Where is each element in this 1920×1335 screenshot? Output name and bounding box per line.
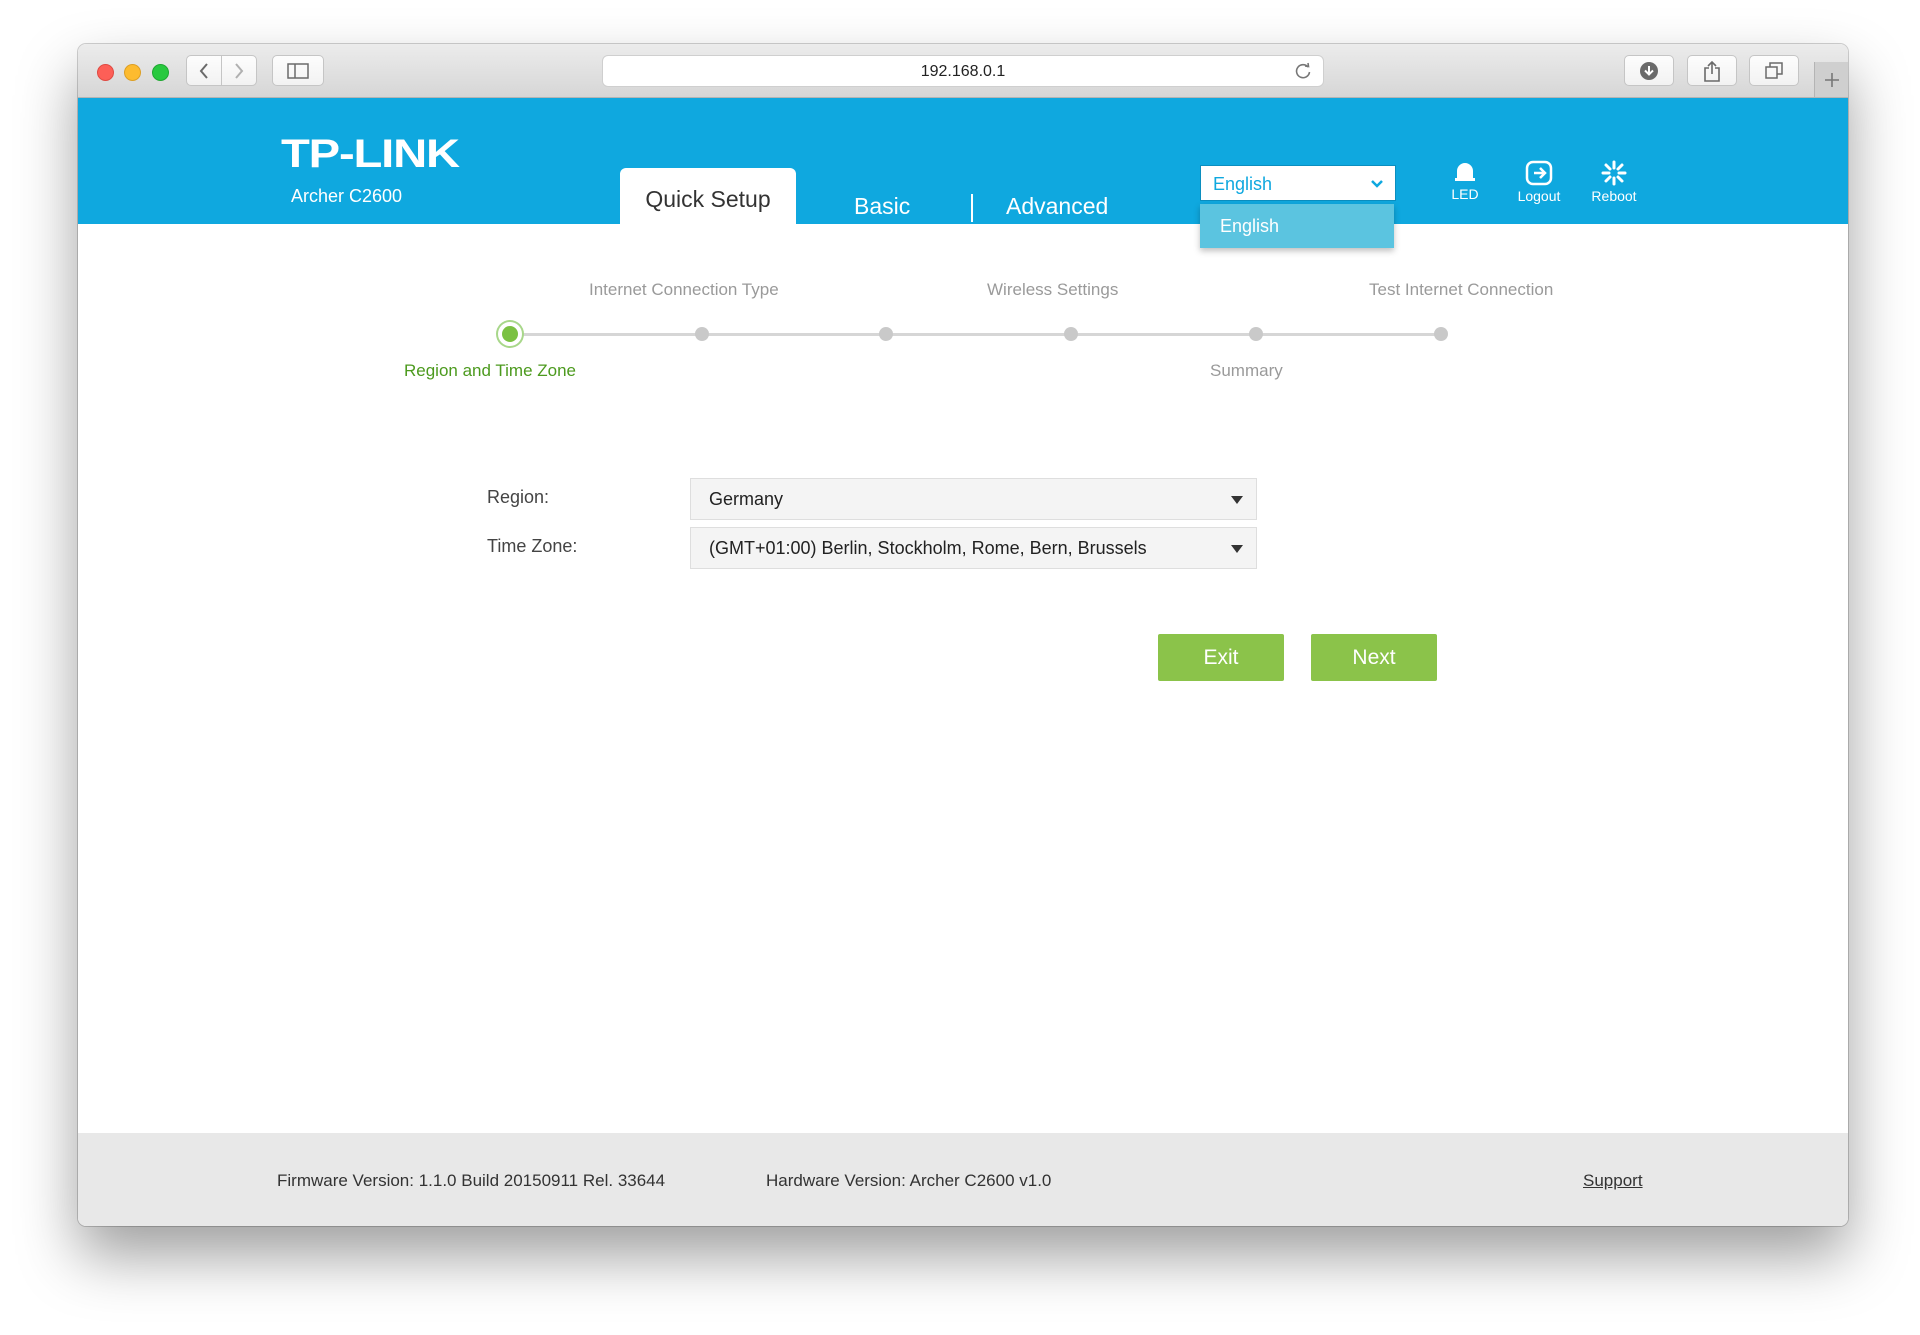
caret-down-icon bbox=[1231, 496, 1243, 504]
language-dropdown-menu: English bbox=[1200, 204, 1394, 248]
chevron-down-icon bbox=[1371, 180, 1383, 188]
logout-icon bbox=[1525, 160, 1553, 186]
sidebar-toggle-button[interactable] bbox=[272, 55, 324, 86]
minimize-window-button[interactable] bbox=[124, 64, 141, 81]
step-dot-connection-type bbox=[695, 327, 709, 341]
firmware-version: Firmware Version: 1.1.0 Build 20150911 R… bbox=[277, 1171, 666, 1190]
tab-divider bbox=[971, 194, 973, 222]
timezone-value: (GMT+01:00) Berlin, Stockholm, Rome, Ber… bbox=[709, 538, 1147, 558]
step-label-test: Test Internet Connection bbox=[1369, 280, 1554, 299]
next-button[interactable]: Next bbox=[1311, 634, 1437, 681]
reboot-icon bbox=[1601, 160, 1627, 186]
downloads-button[interactable] bbox=[1624, 55, 1674, 86]
caret-down-icon bbox=[1231, 545, 1243, 553]
progress-track bbox=[510, 333, 1435, 336]
step-dot-summary bbox=[1249, 327, 1263, 341]
language-option-english[interactable]: English bbox=[1220, 216, 1279, 237]
brand-logo: TP-LINK bbox=[281, 132, 460, 176]
plus-icon bbox=[1825, 72, 1839, 87]
url-text: 192.168.0.1 bbox=[920, 63, 1006, 80]
hardware-version: Hardware Version: Archer C2600 v1.0 bbox=[766, 1171, 1052, 1190]
browser-window: 192.168.0.1 TP-LINK Archer C2600 Quick S… bbox=[78, 44, 1848, 1226]
tabs-icon bbox=[1765, 61, 1783, 79]
step-dot-test bbox=[1434, 327, 1448, 341]
chevron-right-icon bbox=[235, 62, 244, 79]
tab-advanced[interactable]: Advanced bbox=[1006, 193, 1108, 220]
step-label-connection-type: Internet Connection Type bbox=[589, 280, 779, 299]
new-tab-button[interactable] bbox=[1814, 62, 1848, 97]
wizard-progress: Region and Time Zone Internet Connection… bbox=[78, 224, 1848, 384]
region-select[interactable]: Germany bbox=[690, 478, 1257, 520]
led-button[interactable]: LED bbox=[1425, 160, 1505, 202]
bell-icon bbox=[1455, 163, 1475, 181]
step-label-summary: Summary bbox=[1210, 361, 1283, 380]
language-selected: English bbox=[1213, 174, 1273, 194]
tab-basic[interactable]: Basic bbox=[854, 193, 910, 220]
step-dot-3 bbox=[879, 327, 893, 341]
step-dot-region bbox=[502, 326, 518, 342]
region-label: Region: bbox=[487, 487, 550, 507]
main-content: Region and Time Zone Internet Connection… bbox=[78, 224, 1848, 1134]
language-select[interactable]: English bbox=[1200, 165, 1396, 201]
history-nav bbox=[186, 55, 258, 86]
led-label: LED bbox=[1451, 186, 1479, 202]
close-window-button[interactable] bbox=[97, 64, 114, 81]
browser-toolbar: 192.168.0.1 bbox=[78, 44, 1848, 98]
page-footer: Firmware Version: 1.1.0 Build 20150911 R… bbox=[78, 1133, 1848, 1226]
share-button[interactable] bbox=[1687, 55, 1737, 86]
router-header: TP-LINK Archer C2600 Quick Setup Basic A… bbox=[78, 98, 1848, 224]
chevron-left-icon bbox=[199, 62, 208, 79]
model-name: Archer C2600 bbox=[291, 186, 403, 206]
exit-button[interactable]: Exit bbox=[1158, 634, 1284, 681]
step-dot-wireless bbox=[1064, 327, 1078, 341]
tab-quick-setup[interactable]: Quick Setup bbox=[620, 168, 796, 224]
reboot-label: Reboot bbox=[1591, 188, 1637, 204]
logout-button[interactable]: Logout bbox=[1499, 160, 1579, 204]
download-icon bbox=[1640, 61, 1658, 80]
share-icon bbox=[1704, 60, 1720, 82]
support-link[interactable]: Support bbox=[1583, 1171, 1643, 1191]
region-value: Germany bbox=[709, 489, 784, 509]
sidebar-icon bbox=[287, 62, 309, 79]
show-tabs-button[interactable] bbox=[1749, 55, 1799, 86]
reboot-button[interactable]: Reboot bbox=[1574, 160, 1654, 204]
forward-button[interactable] bbox=[221, 55, 257, 86]
step-label-region: Region and Time Zone bbox=[404, 361, 576, 380]
reload-icon[interactable] bbox=[1293, 61, 1313, 81]
timezone-select[interactable]: (GMT+01:00) Berlin, Stockholm, Rome, Ber… bbox=[690, 527, 1257, 569]
logout-label: Logout bbox=[1517, 188, 1561, 204]
address-bar[interactable]: 192.168.0.1 bbox=[602, 55, 1324, 87]
step-label-wireless: Wireless Settings bbox=[987, 280, 1119, 299]
back-button[interactable] bbox=[186, 55, 222, 86]
zoom-window-button[interactable] bbox=[152, 64, 169, 81]
timezone-label: Time Zone: bbox=[487, 536, 578, 556]
